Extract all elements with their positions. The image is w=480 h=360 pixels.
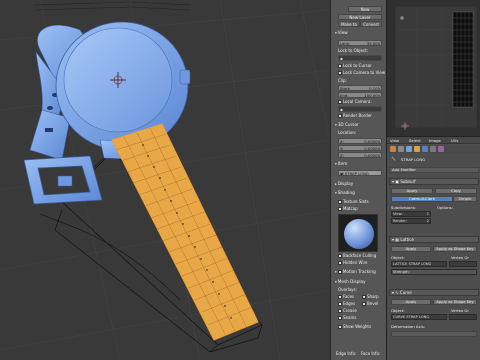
3d-cursor-section-header[interactable]: ▾3D Cursor	[335, 122, 359, 128]
watch-strap-long-selected[interactable]	[111, 123, 259, 341]
uv-island[interactable]	[452, 11, 474, 108]
lens-field[interactable]: Lens: 35.000	[338, 40, 382, 46]
curve-apply-shape-button[interactable]: Apply as Shape Key	[433, 299, 477, 305]
scene-tab-icon[interactable]	[398, 146, 404, 152]
simple-button[interactable]: Simple	[453, 196, 477, 202]
view-section-header[interactable]: ▾View	[335, 30, 348, 36]
new-button[interactable]: New	[348, 6, 382, 12]
location-label: Location:	[338, 130, 357, 135]
subsurf-copy-button[interactable]: Copy	[435, 188, 477, 194]
subdivisions-label: Subdivisions:	[391, 205, 417, 210]
properties-n-panel[interactable]: New New Layer Make to Convert ▾View Lens…	[330, 0, 386, 360]
menu-uvs[interactable]: UVs	[451, 138, 458, 143]
curve-apply-button[interactable]: Apply	[391, 299, 431, 305]
lock-to-cursor-checkbox[interactable]: Lock to Cursor	[338, 64, 372, 68]
crease-checkbox[interactable]: Crease	[338, 309, 357, 313]
lattice-vertex-group-field[interactable]	[449, 261, 477, 267]
top-wireframe	[33, 1, 191, 11]
modifier-curve-header[interactable]: ▾ ∿ Curve	[389, 289, 479, 296]
hidden-wire-checkbox[interactable]: Hidden Wire	[338, 261, 367, 265]
uv-dot	[400, 16, 404, 20]
modifier-tab-icon[interactable]	[422, 146, 428, 152]
edges-checkbox[interactable]: Edges	[338, 302, 355, 306]
subsurf-apply-button[interactable]: Apply	[391, 188, 433, 194]
material-tab-icon[interactable]	[438, 146, 444, 152]
item-name-field[interactable]: ▣ STRAP LONG	[338, 170, 382, 176]
motion-tracking-header[interactable]: ▾ Motion Tracking	[335, 269, 376, 275]
bevel-checkbox[interactable]: Bevel	[362, 302, 378, 306]
sharp-checkbox[interactable]: Sharp	[362, 295, 379, 299]
clip-end-field[interactable]: End: 100.000	[338, 92, 382, 98]
object-path-label: STRAP LONG	[401, 157, 426, 162]
face-info-label: Face Info:	[361, 351, 381, 356]
item-section-header[interactable]: ▾Item	[335, 161, 347, 167]
render-border-checkbox[interactable]: Render Border	[338, 114, 372, 118]
overlays-label: Overlays:	[338, 287, 357, 292]
local-camera-checkbox[interactable]: Local Camera:	[338, 100, 372, 104]
clip-label: Clip:	[338, 78, 347, 83]
options-label: Options:	[437, 205, 453, 210]
right-editor-column: View Select Image UVs 🔧 STRAP LONG Add M…	[386, 0, 480, 360]
menu-image[interactable]: Image	[429, 138, 441, 143]
lock-object-field[interactable]: ◆	[338, 55, 382, 61]
deformation-axis-label: Deformation Axis:	[391, 324, 426, 329]
shading-section-header[interactable]: ▾Shading	[335, 190, 355, 196]
render-tab-icon[interactable]	[390, 146, 396, 152]
object-tab-icon[interactable]	[414, 146, 420, 152]
menu-view[interactable]: View	[390, 138, 399, 143]
curve-vertex-group-label: Vertex Gr	[451, 308, 469, 313]
display-section-header[interactable]: ▸Display	[335, 181, 353, 187]
curve-object-label: Object:	[391, 308, 405, 313]
lock-camera-checkbox[interactable]: Lock Camera to View	[338, 71, 385, 75]
add-modifier-dropdown[interactable]: Add Modifier	[389, 167, 479, 173]
viewport-scene	[0, 0, 330, 360]
lattice-vertex-group-label: Vertex Gr	[451, 255, 469, 260]
3d-viewport[interactable]	[0, 0, 330, 360]
backface-culling-checkbox[interactable]: Backface Culling	[338, 254, 376, 258]
lattice-object-field[interactable]: LATTICE STRAP LONG	[391, 261, 447, 267]
edge-info-label: Edge Info:	[336, 351, 357, 356]
lattice-object-label: Object:	[391, 255, 405, 260]
properties-editor[interactable]: View Select Image UVs 🔧 STRAP LONG Add M…	[387, 136, 480, 360]
wrench-icon: 🔧	[391, 156, 396, 161]
properties-tabs	[387, 145, 480, 153]
texture-slots-checkbox[interactable]: Texture Slots	[338, 200, 369, 204]
lattice-apply-button[interactable]: Apply	[391, 246, 431, 252]
data-tab-icon[interactable]	[430, 146, 436, 152]
lock-to-object-label: Lock to Object:	[338, 48, 369, 53]
seams-checkbox[interactable]: Seams	[338, 316, 356, 320]
cursor-x-field[interactable]: X: 0.00000	[338, 138, 382, 144]
curve-object-field[interactable]: CURVE STRAP LONG	[391, 314, 447, 320]
world-tab-icon[interactable]	[406, 146, 412, 152]
uv-canvas	[387, 0, 480, 136]
cursor-z-field[interactable]: Z: 0.00000	[338, 152, 382, 158]
uv-editor[interactable]	[387, 0, 480, 136]
local-camera-field[interactable]: ◆	[338, 106, 382, 112]
lattice-apply-shape-button[interactable]: Apply as Shape Key	[433, 246, 477, 252]
catmull-clark-button[interactable]: Catmull-Clark	[391, 196, 453, 202]
make-to-button[interactable]: Make to	[338, 21, 360, 27]
modifier-lattice-header[interactable]: ▾ ▦ Lattice	[389, 236, 479, 243]
deformation-axis-selector[interactable]	[391, 331, 477, 337]
matcap-sphere	[344, 219, 374, 249]
subsurf-view-field[interactable]: View: 1	[391, 211, 431, 217]
faces-checkbox[interactable]: Faces	[338, 295, 354, 299]
lattice-strength-field[interactable]: Strength:	[391, 269, 477, 275]
show-weights-checkbox[interactable]: Show Weights	[338, 325, 371, 329]
mesh-display-header[interactable]: ▾Mesh Display	[335, 279, 366, 285]
blender-window: New New Layer Make to Convert ▾View Lens…	[0, 0, 480, 360]
subsurf-render-field[interactable]: Render: 2	[391, 218, 431, 224]
clip-start-field[interactable]: Start: 0.100	[338, 85, 382, 91]
new-layer-button[interactable]: New Layer	[338, 14, 382, 20]
cursor-y-field[interactable]: Y: 0.00000	[338, 145, 382, 151]
watch-buckle[interactable]	[23, 155, 103, 205]
matcap-checkbox[interactable]: Matcap	[338, 207, 358, 211]
modifier-subsurf-header[interactable]: ▾ ▣ Subsurf	[389, 178, 479, 185]
convert-button[interactable]: Convert	[360, 21, 382, 27]
curve-vertex-group-field[interactable]	[449, 314, 477, 320]
menu-select[interactable]: Select	[409, 138, 421, 143]
uv-header-bar: View Select Image UVs	[387, 137, 480, 144]
matcap-preview[interactable]	[338, 214, 378, 252]
